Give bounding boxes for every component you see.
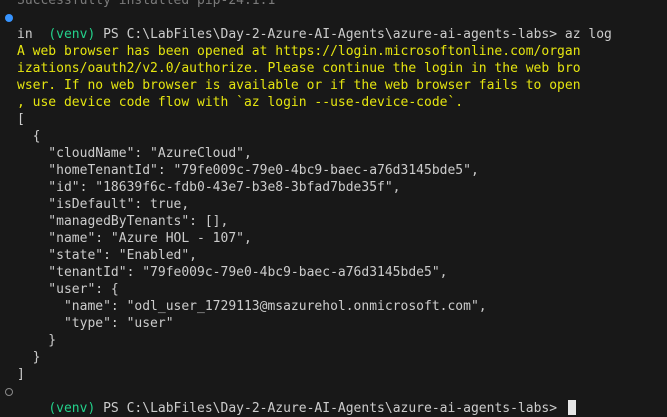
json-output-line: "name": "Azure HOL - 107", (17, 231, 252, 246)
browser-message-line: wser. If no web browser is available or … (17, 78, 581, 93)
json-output-line: "id": "18639f6c-fdb0-43e7-b3e8-3bfad7bde… (17, 180, 401, 195)
json-output-line: "state": "Enabled", (17, 248, 198, 263)
browser-message-line: izations/oauth2/v2.0/authorize. Please c… (17, 61, 581, 76)
browser-message-line: , use device code flow with `az login --… (17, 95, 464, 110)
json-output-line: "type": "user" (17, 316, 174, 331)
json-output-line: "isDefault": true, (17, 197, 190, 212)
json-output-line: "tenantId": "79fe009c-79e0-4bc9-baec-a76… (17, 265, 448, 280)
text-cursor (567, 400, 576, 415)
terminal-panel[interactable]: Successfully installed pip-24.1.1 (venv)… (0, 0, 667, 417)
json-output-line: ] (17, 367, 25, 382)
json-output-line: "cloudName": "AzureCloud", (17, 146, 252, 161)
json-output-line: [ (17, 112, 25, 127)
json-output-line: { (17, 129, 41, 144)
command-success-marker-icon[interactable] (5, 14, 13, 22)
json-output-line: } (17, 333, 57, 348)
json-output-line: "name": "odl_user_1729113@msazurehol.onm… (17, 299, 487, 314)
command-wrap-line: in (17, 27, 33, 42)
json-output-line: "user": { (17, 282, 119, 297)
json-output-line: } (17, 350, 41, 365)
json-output-line: "managedByTenants": [], (17, 214, 229, 229)
prompt-path: PS C:\LabFiles\Day-2-Azure-AI-Agents\azu… (95, 401, 565, 416)
active-prompt-line[interactable]: (venv) PS C:\LabFiles\Day-2-Azure-AI-Age… (4, 383, 667, 416)
clipped-output-line: Successfully installed pip-24.1.1 (17, 0, 276, 8)
prompt-marker-icon (5, 388, 13, 396)
browser-message-line: A web browser has been opened at https:/… (17, 44, 581, 59)
venv-label: (venv) (48, 401, 96, 416)
json-output-line: "homeTenantId": "79fe009c-79e0-4bc9-baec… (17, 163, 479, 178)
command-line: (venv) PS C:\LabFiles\Day-2-Azure-AI-Age… (4, 9, 667, 42)
